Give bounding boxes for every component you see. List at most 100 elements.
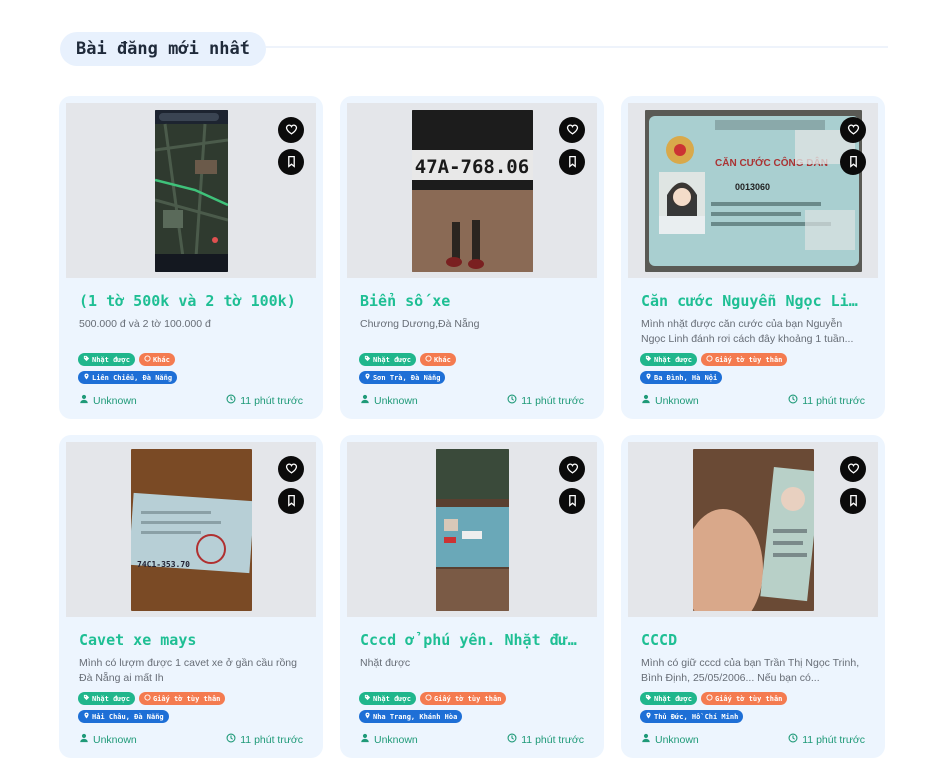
like-button[interactable]: [840, 117, 866, 143]
bookmark-button[interactable]: [840, 488, 866, 514]
post-time: 11 phút trước: [226, 394, 303, 407]
post-card[interactable]: 47A-768.06 Biển số xe Chương Dương,Đà Nẵng…: [340, 96, 604, 419]
post-title[interactable]: (1 tờ 500k và 2 tờ 100k): [79, 292, 303, 314]
post-title[interactable]: CCCD: [641, 631, 865, 653]
bookmark-button[interactable]: [559, 149, 585, 175]
status-tag-label: Nhặt được: [654, 355, 692, 364]
heart-icon: [847, 460, 860, 479]
like-button[interactable]: [559, 456, 585, 482]
post-tags: Nhặt được Giấy tờ tùy thân Thủ Đức, Hồ Chí…: [640, 692, 872, 728]
location-tag[interactable]: Nha Trang, Khánh Hòa: [359, 710, 463, 723]
clock-icon: [507, 394, 517, 407]
time-label: 11 phút trước: [802, 394, 865, 407]
post-card[interactable]: 74C1-353.70 Cavet xe mays Mình có lượm đượ…: [59, 435, 323, 758]
post-tags: Nhặt được Giấy tờ tùy thân Ba Đình, Hà Nội: [640, 353, 872, 389]
bookmark-button[interactable]: [559, 488, 585, 514]
post-image[interactable]: CĂN CƯỚC CÔNG DÂN 0013060: [628, 103, 878, 278]
like-button[interactable]: [840, 456, 866, 482]
section-header: Bài đăng mới nhất: [60, 32, 888, 66]
post-image[interactable]: [347, 442, 597, 617]
category-tag[interactable]: Giấy tờ tùy thân: [138, 692, 226, 705]
clock-icon: [788, 394, 798, 407]
post-card[interactable]: CCCD Mình có giữ cccd của bạn Trần Thị Ng…: [621, 435, 885, 758]
post-title[interactable]: Cavet xe mays: [79, 631, 303, 653]
post-description: Chương Dương,Đà Nẵng: [360, 318, 480, 330]
post-image[interactable]: [66, 103, 316, 278]
user-icon: [79, 394, 89, 407]
tag-row: Nhặt được Khác: [78, 353, 310, 366]
location-tag[interactable]: Sơn Trà, Đà Nẵng: [359, 371, 446, 384]
status-tag[interactable]: Nhặt được: [78, 692, 135, 705]
svg-text:47A-768.06: 47A-768.06: [414, 156, 528, 178]
status-tag-label: Nhặt được: [92, 355, 130, 364]
bookmark-icon: [285, 153, 298, 172]
post-card[interactable]: CĂN CƯỚC CÔNG DÂN 0013060 Căn cước Nguyễn …: [621, 96, 885, 419]
user-icon: [641, 733, 651, 746]
category-tag[interactable]: Khác: [419, 353, 456, 366]
category-icon: [706, 694, 713, 703]
user-icon: [641, 394, 651, 407]
location-tag[interactable]: Liên Chiểu, Đà Nẵng: [78, 371, 178, 384]
author-name: Unknown: [93, 733, 137, 746]
post-author[interactable]: Unknown: [360, 394, 418, 407]
post-card[interactable]: Cccd ở phú yên. Nhặt được Nhặt được Nhặt đ…: [340, 435, 604, 758]
map-pin-icon: [645, 373, 652, 382]
category-icon: [706, 355, 713, 364]
bookmark-button[interactable]: [840, 149, 866, 175]
location-tag-label: Liên Chiểu, Đà Nẵng: [92, 373, 173, 382]
user-icon: [360, 394, 370, 407]
post-card[interactable]: (1 tờ 500k và 2 tờ 100k) 500.000 đ và 2 t…: [59, 96, 323, 419]
category-tag[interactable]: Giấy tờ tùy thân: [700, 353, 788, 366]
category-tag[interactable]: Giấy tờ tùy thân: [419, 692, 507, 705]
post-tags: Nhặt được Giấy tờ tùy thân Hải Châu, Đà Nẵ…: [78, 692, 310, 728]
post-image[interactable]: 47A-768.06: [347, 103, 597, 278]
category-icon: [144, 694, 151, 703]
post-author[interactable]: Unknown: [79, 733, 137, 746]
tag-row: Nhặt được Giấy tờ tùy thân: [78, 692, 310, 705]
status-tag-label: Nhặt được: [654, 694, 692, 703]
status-tag[interactable]: Nhặt được: [640, 353, 697, 366]
post-title[interactable]: Cccd ở phú yên. Nhặt được: [360, 631, 584, 653]
category-tag-label: Giấy tờ tùy thân: [433, 694, 502, 703]
like-button[interactable]: [278, 456, 304, 482]
heart-icon: [566, 121, 579, 140]
category-icon: [425, 355, 432, 364]
location-tag[interactable]: Hải Châu, Đà Nẵng: [78, 710, 169, 723]
post-meta: Unknown 11 phút trước: [360, 394, 584, 408]
author-name: Unknown: [655, 394, 699, 407]
category-tag-label: Giấy tờ tùy thân: [714, 355, 783, 364]
post-author[interactable]: Unknown: [641, 733, 699, 746]
post-title[interactable]: Căn cước Nguyễn Ngọc Linh: [641, 292, 865, 314]
post-meta: Unknown 11 phút trước: [79, 394, 303, 408]
post-time: 11 phút trước: [226, 733, 303, 746]
bookmark-button[interactable]: [278, 149, 304, 175]
status-tag-label: Nhặt được: [92, 694, 130, 703]
tag-icon: [645, 355, 652, 364]
post-description: Mình có giữ cccd của bạn Trần Thị Ngọc T…: [641, 657, 860, 684]
map-pin-icon: [364, 373, 371, 382]
location-tag[interactable]: Ba Đình, Hà Nội: [640, 371, 723, 384]
bookmark-button[interactable]: [278, 488, 304, 514]
post-description: Nhặt được: [360, 657, 411, 669]
post-title[interactable]: Biển số xe: [360, 292, 584, 314]
post-image[interactable]: [628, 442, 878, 617]
post-tags: Nhặt được Giấy tờ tùy thân Nha Trang, Khán…: [359, 692, 591, 728]
like-button[interactable]: [559, 117, 585, 143]
category-tag[interactable]: Khác: [138, 353, 175, 366]
post-image[interactable]: 74C1-353.70: [66, 442, 316, 617]
location-tag-label: Sơn Trà, Đà Nẵng: [373, 373, 441, 382]
tag-icon: [83, 355, 90, 364]
status-tag[interactable]: Nhặt được: [78, 353, 135, 366]
svg-text:74C1-353.70: 74C1-353.70: [137, 560, 190, 569]
like-button[interactable]: [278, 117, 304, 143]
tag-row: Nha Trang, Khánh Hòa: [359, 710, 591, 723]
status-tag[interactable]: Nhặt được: [359, 692, 416, 705]
location-tag[interactable]: Thủ Đức, Hồ Chí Minh: [640, 710, 744, 723]
post-author[interactable]: Unknown: [360, 733, 418, 746]
status-tag[interactable]: Nhặt được: [640, 692, 697, 705]
post-author[interactable]: Unknown: [79, 394, 137, 407]
status-tag[interactable]: Nhặt được: [359, 353, 416, 366]
post-author[interactable]: Unknown: [641, 394, 699, 407]
category-tag[interactable]: Giấy tờ tùy thân: [700, 692, 788, 705]
author-name: Unknown: [93, 394, 137, 407]
